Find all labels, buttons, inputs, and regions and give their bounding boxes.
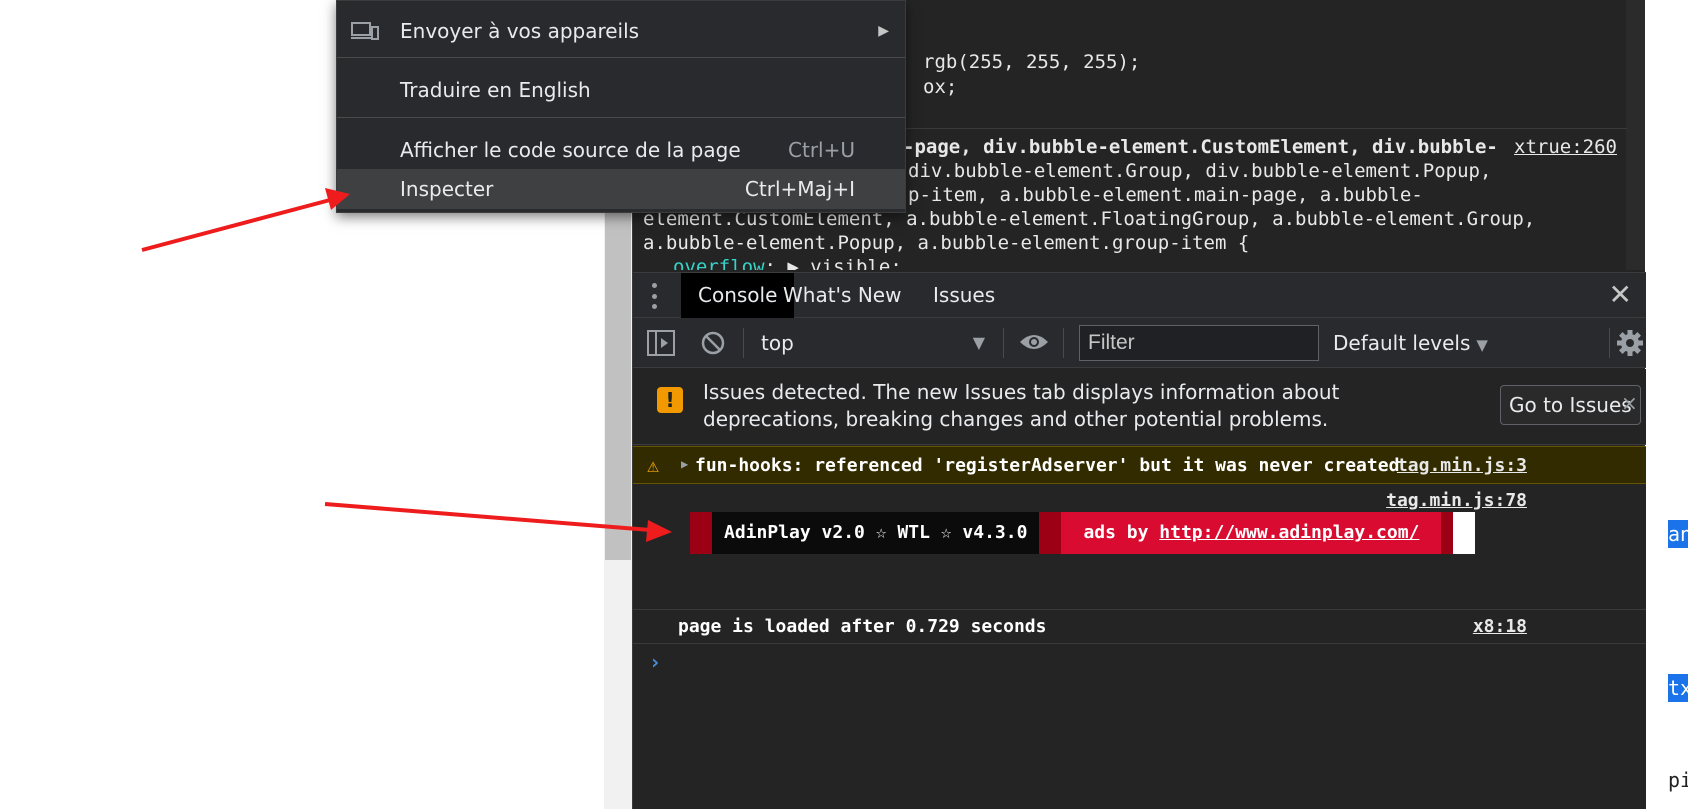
source-link[interactable]: tag.min.js:3 [1397, 455, 1527, 476]
toolbar-separator [1063, 328, 1064, 358]
log-text: page is loaded after 0.729 seconds [678, 616, 1047, 637]
context-menu: Envoyer à vos appareils ▶ Traduire en En… [336, 0, 906, 213]
menu-shortcut: Ctrl+U [788, 138, 855, 162]
console-toolbar: top ▼ Default levels ▼ [633, 318, 1646, 368]
levels-label: Default levels [1333, 331, 1471, 355]
text-fragment: pi [1668, 768, 1688, 792]
selected-text-fragment: tx [1668, 674, 1688, 702]
css-value: : ▶ visible; [764, 256, 902, 270]
issues-banner-text: Issues detected. The new Issues tab disp… [703, 380, 1340, 431]
dropdown-arrow-icon: ▼ [972, 333, 985, 352]
gear-icon[interactable] [1616, 329, 1644, 357]
dropdown-arrow-icon: ▼ [1476, 336, 1488, 354]
eye-icon[interactable] [1019, 332, 1049, 352]
more-tools-icon[interactable] [651, 283, 657, 309]
close-drawer-icon[interactable]: ✕ [1609, 279, 1632, 311]
source-link[interactable]: x8:18 [1473, 616, 1527, 637]
selected-text-fragment: an [1668, 520, 1688, 548]
adinplay-url-link[interactable]: http://www.adinplay.com/ [1159, 522, 1419, 543]
toolbar-separator [1003, 328, 1004, 358]
menu-shortcut: Ctrl+Maj+I [744, 177, 855, 201]
menu-item-inspect[interactable]: Inspecter Ctrl+Maj+I [337, 169, 905, 209]
css-line: rgb(255, 255, 255); [923, 51, 1141, 73]
devices-icon [351, 22, 379, 40]
css-line: ox; [923, 76, 958, 98]
console-prompt[interactable]: › [649, 650, 661, 674]
console-messages: ⚠ ▶ fun-hooks: referenced 'registerAdser… [633, 446, 1646, 809]
console-warning-message[interactable]: ⚠ ▶ fun-hooks: referenced 'registerAdser… [633, 446, 1646, 484]
css-selector-line: div.bubble-element.Group, div.bubble-ele… [908, 160, 1492, 182]
css-selector-line: a.bubble-element.Popup, a.bubble-element… [643, 232, 1250, 254]
tab-whats-new[interactable]: What's New [766, 273, 918, 318]
sidebar-toggle-icon[interactable] [647, 330, 675, 356]
css-selector-line: p-item, a.bubble-element.main-page, a.bu… [908, 184, 1423, 206]
css-property: overflow [673, 256, 765, 270]
clear-console-icon[interactable] [701, 331, 725, 355]
css-selector-line: -page, div.bubble-element.CustomElement,… [903, 136, 1498, 158]
issues-banner: ! Issues detected. The new Issues tab di… [633, 369, 1646, 445]
menu-item-view-source[interactable]: Afficher le code source de la page Ctrl+… [337, 130, 905, 170]
webpage-right-fragment: an tx pi [1645, 0, 1688, 809]
styles-scrollbar[interactable] [1626, 0, 1645, 270]
ads-by-text: ads by [1083, 522, 1160, 543]
tab-issues[interactable]: Issues [916, 273, 1012, 318]
log-levels-select[interactable]: Default levels ▼ [1333, 326, 1488, 360]
filter-input[interactable] [1079, 325, 1319, 361]
expand-triangle-icon[interactable]: ▶ [681, 457, 688, 471]
style-source-link[interactable]: xtrue:260 [1514, 135, 1617, 159]
adinplay-version-text: AdinPlay v2.0 ☆ WTL ☆ v4.3.0 [712, 512, 1040, 554]
adinplay-styled-log: AdinPlay v2.0 ☆ WTL ☆ v4.3.0 ads by http… [690, 512, 1476, 554]
javascript-context-select[interactable]: top ▼ [761, 326, 991, 360]
submenu-arrow-icon: ▶ [878, 23, 889, 39]
close-banner-icon[interactable]: × [1621, 391, 1638, 415]
css-declaration[interactable]: overflow: ▶ visible; [673, 255, 902, 270]
warning-text: fun-hooks: referenced 'registerAdserver'… [695, 455, 1400, 476]
menu-separator [337, 117, 905, 118]
menu-item-translate[interactable]: Traduire en English [337, 70, 905, 110]
context-value: top [761, 331, 794, 355]
drawer-tabbar: Console What's New Issues ✕ [633, 272, 1646, 318]
menu-item-send-to-devices[interactable]: Envoyer à vos appareils ▶ [337, 11, 905, 51]
toolbar-separator [743, 328, 744, 358]
warning-icon: ⚠ [647, 453, 660, 477]
menu-separator [337, 57, 905, 58]
source-link[interactable]: tag.min.js:78 [1386, 490, 1527, 511]
issues-warning-icon: ! [657, 387, 683, 413]
toolbar-separator [1609, 328, 1610, 358]
go-to-issues-button[interactable]: Go to Issues [1500, 385, 1641, 425]
console-log-message: page is loaded after 0.729 seconds x8:18 [633, 609, 1646, 644]
